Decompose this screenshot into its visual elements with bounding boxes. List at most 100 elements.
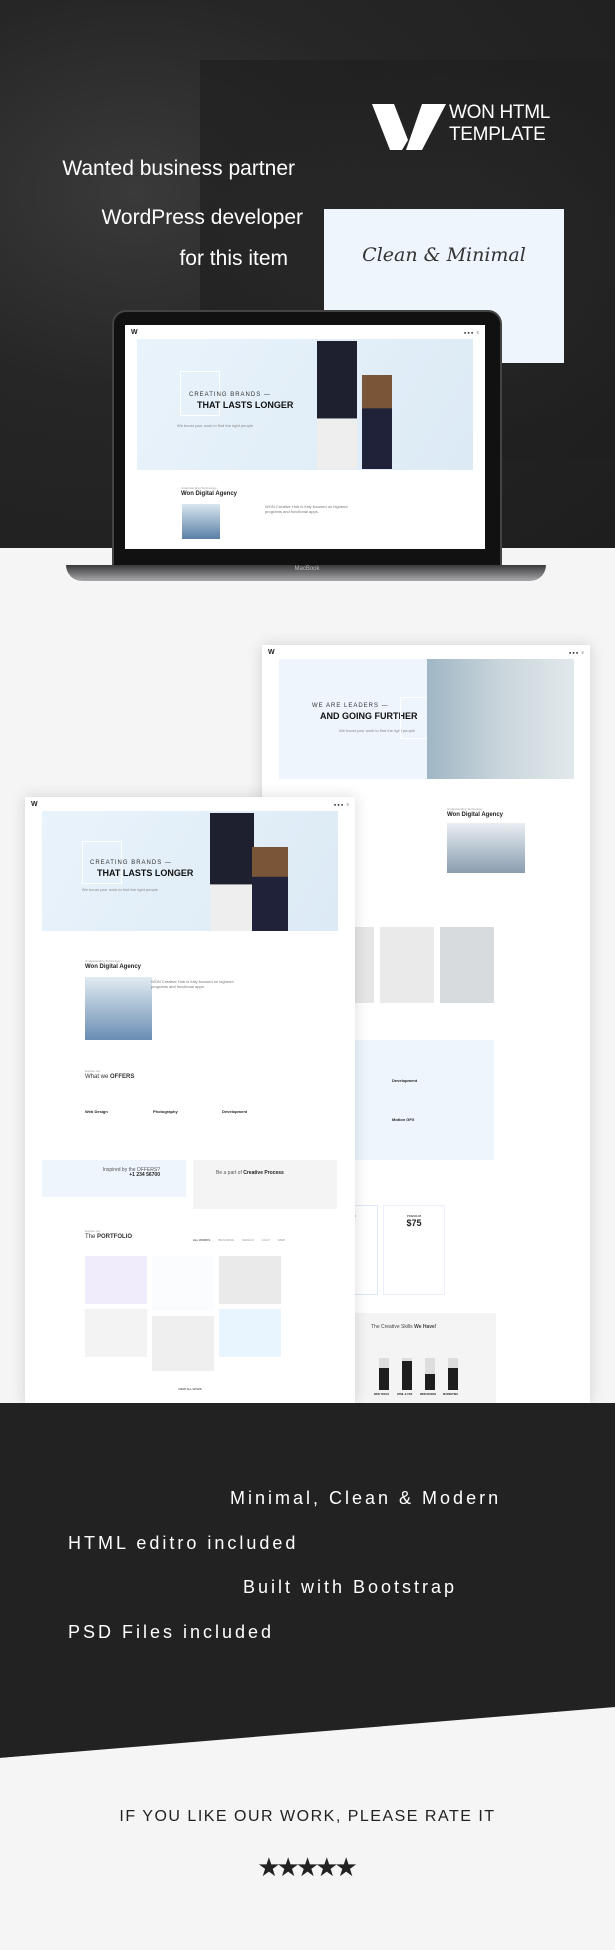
service-item: Web Design	[85, 1109, 108, 1114]
mini-logo-icon: W	[131, 328, 138, 336]
skill-bar-fill	[402, 1361, 412, 1390]
feature-3: Built with Bootstrap	[243, 1577, 458, 1597]
skills-title-light: The Creative Skills	[371, 1324, 413, 1330]
cta-right-light: Be a part of	[216, 1170, 242, 1176]
skill-bar-fill	[379, 1367, 389, 1390]
hero-kicker: CREATING BRANDS —	[189, 392, 271, 398]
tagline-2: WordPress developer	[101, 206, 303, 229]
offers-title: What we OFFERS	[85, 1074, 134, 1080]
mockup-page-left: W ● ● ● ≡ CREATING BRANDS — THAT LASTS LO…	[25, 797, 355, 1403]
hero-subtitle: We boost your work to find the right peo…	[177, 423, 253, 428]
portfolio-title-light: The	[85, 1234, 96, 1240]
skill-bar-fill	[448, 1367, 458, 1390]
hero-title: THAT LASTS LONGER	[197, 400, 294, 410]
logo-text: WON HTML TEMPLATE	[449, 102, 550, 146]
offers-title-light: What we	[85, 1074, 109, 1080]
portfolio-title-bold: PORTFOLIO	[97, 1234, 133, 1240]
rate-prompt: IF YOU LIKE OUR WORK, PLEASE RATE IT	[119, 1808, 496, 1825]
city-photo	[447, 823, 525, 873]
cta-phone[interactable]: +1 234 56700	[42, 1173, 160, 1178]
about-lead: WON Creative Hub is fully focused on hig…	[265, 504, 348, 514]
offers-title-bold: OFFERS	[110, 1074, 135, 1080]
hero-woman-photo	[210, 813, 254, 931]
about-photo	[182, 504, 220, 539]
filter-tab[interactable]: ALL WORKS	[193, 1238, 210, 1242]
hero-businessman-photo	[427, 659, 574, 779]
skill-label: HTML & CSS	[397, 1393, 413, 1396]
skills-title-bold: We Have!	[414, 1324, 437, 1330]
mini-navbar: W ● ● ● ≡	[25, 797, 355, 811]
mini-social-icons: ● ● ● ≡	[463, 329, 479, 335]
laptop-screen: W ● ● ● ≡ CREATING BRANDS — THAT LASTS L…	[125, 325, 485, 549]
portfolio-filters: ALL WORKS BRANDING DESIGN UI/UX WEB	[193, 1238, 285, 1242]
filter-tab[interactable]: DESIGN	[242, 1238, 254, 1242]
laptop-label: MacBook	[294, 566, 320, 572]
portfolio-item-chair[interactable]	[152, 1316, 214, 1371]
skill-label: WEB DESIGN	[420, 1393, 437, 1396]
service-item: Development	[392, 1078, 418, 1083]
mini-navbar: W ● ● ● ≡	[262, 645, 590, 659]
cta-creative-process: Be a part of Creative Process	[193, 1160, 337, 1209]
service-item: Photography	[153, 1109, 178, 1114]
mini-social-icons: ● ● ● ≡	[568, 649, 584, 655]
portfolio-item[interactable]	[380, 927, 434, 1003]
about-small: Understanding Technology	[181, 486, 217, 490]
filter-tab[interactable]: UI/UX	[262, 1238, 270, 1242]
cta-inspired: Inspired by the OFFERS? +1 234 56700	[42, 1160, 186, 1197]
mini-hero: CREATING BRANDS — THAT LASTS LONGER We b…	[137, 339, 473, 470]
view-all-link[interactable]: VIEW ALL WORK	[25, 1387, 355, 1391]
about-photo	[85, 977, 152, 1040]
skill-label: WEB TOOLS	[374, 1393, 390, 1396]
slant-divider	[0, 1703, 615, 1763]
portfolio-item-cups[interactable]	[219, 1256, 281, 1304]
skills-title: The Creative Skills We Have!	[371, 1325, 437, 1330]
portfolio-item[interactable]	[440, 927, 494, 1003]
won-logo-icon	[372, 104, 446, 150]
portfolio-title: The PORTFOLIO	[85, 1234, 132, 1240]
hero-woman2-photo	[252, 847, 288, 931]
tagline-3: for this item	[179, 247, 288, 270]
mini-about: Understanding Technology Won Digital Age…	[125, 470, 485, 540]
star-rating[interactable]: ★★★★★	[0, 1852, 615, 1883]
skill-bar	[379, 1358, 389, 1390]
mini-logo-icon: W	[268, 648, 275, 656]
hero-kicker: WE ARE LEADERS —	[312, 703, 389, 709]
card-text: Clean & Minimal	[362, 244, 526, 266]
skills-section: The Creative Skills We Have! WEB TOOLS HT…	[351, 1313, 496, 1403]
portfolio-item-clock[interactable]	[85, 1256, 147, 1304]
filter-tab[interactable]: WEB	[278, 1238, 285, 1242]
pricing-card: PREMIUM $75	[383, 1205, 445, 1295]
skill-bar	[425, 1358, 435, 1390]
about-small: Understanding Technology	[85, 959, 121, 963]
about-title: Won Digital Agency	[447, 812, 504, 818]
mini-hero: WE ARE LEADERS — AND GOING FURTHER We bo…	[279, 659, 574, 779]
feature-1: Minimal, Clean & Modern	[230, 1488, 502, 1508]
tagline-1: Wanted business partner	[62, 157, 295, 180]
portfolio-item-vase[interactable]	[152, 1256, 214, 1311]
service-item: Motion GFX	[392, 1117, 415, 1122]
feature-4: PSD Files included	[68, 1622, 275, 1642]
offers-small: Explore our	[85, 1069, 101, 1073]
about-small: Understanding Technology	[447, 807, 483, 811]
mini-logo-icon: W	[31, 800, 38, 808]
portfolio-item-earphones[interactable]	[219, 1309, 281, 1357]
portfolio-small: Explore our	[85, 1229, 101, 1233]
filter-tab[interactable]: BRANDING	[218, 1238, 234, 1242]
mini-navbar: W ● ● ● ≡	[125, 325, 485, 339]
about-lead: WON Creative Hub is fully focused on hig…	[151, 979, 234, 989]
logo-line-1: WON HTML	[449, 102, 551, 123]
service-item: Development	[222, 1109, 248, 1114]
cta-right-bold: Creative Process	[243, 1170, 284, 1176]
hero-kicker: CREATING BRANDS —	[90, 860, 172, 866]
star-icon[interactable]: ★	[334, 1852, 357, 1883]
mini-hero: CREATING BRANDS — THAT LASTS LONGER We b…	[42, 811, 338, 931]
hero-woman2-photo	[362, 375, 392, 469]
about-title: Won Digital Agency	[85, 964, 142, 970]
hero-subtitle: We boost your work to find the right peo…	[82, 887, 158, 892]
feature-2: HTML editro included	[68, 1533, 299, 1553]
about-title: Won Digital Agency	[181, 491, 238, 497]
portfolio-item-plant[interactable]	[85, 1309, 147, 1357]
hero-woman-photo	[317, 341, 357, 469]
skill-label: MARKETING	[443, 1393, 459, 1396]
mini-social-icons: ● ● ● ≡	[333, 801, 349, 807]
